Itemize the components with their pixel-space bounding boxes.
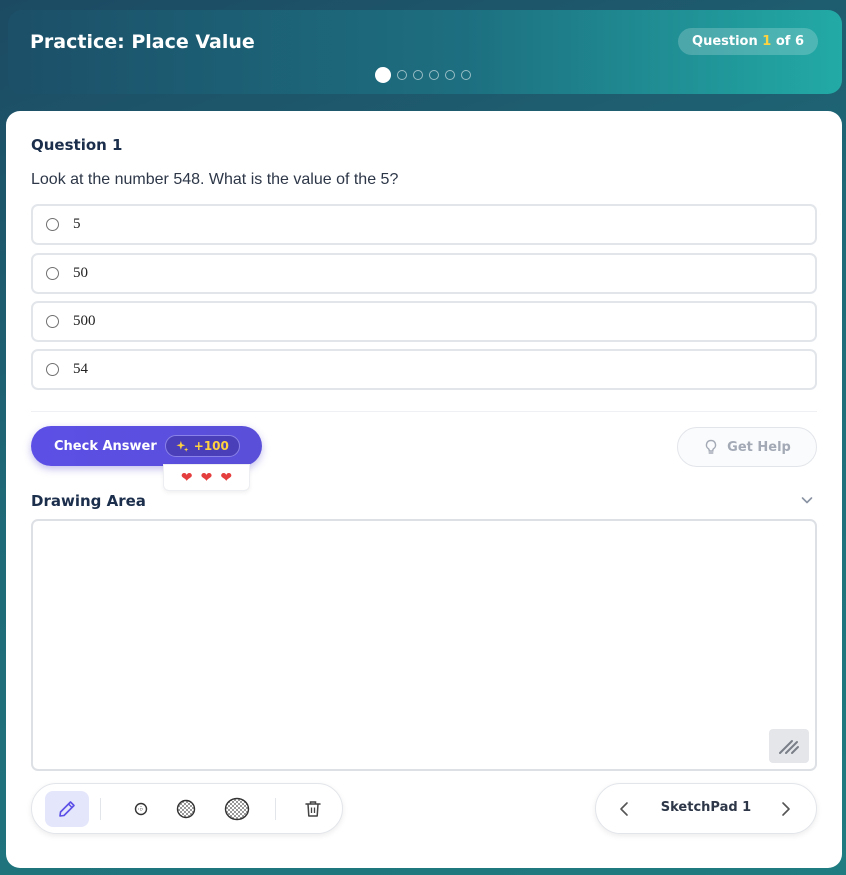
heart-icon: ❤ xyxy=(200,469,213,486)
toolbar-separator xyxy=(275,798,276,820)
lightbulb-icon xyxy=(705,439,717,454)
answer-option[interactable]: 54 xyxy=(31,349,817,390)
divider xyxy=(31,411,817,412)
progress-dot[interactable] xyxy=(397,70,407,80)
get-help-button[interactable]: Get Help xyxy=(677,427,817,467)
progress-dot-active[interactable] xyxy=(375,67,391,83)
drawing-area-heading: Drawing Area xyxy=(31,492,146,510)
eraser-small-icon xyxy=(134,802,148,816)
trash-icon xyxy=(305,801,321,817)
progress-dots xyxy=(375,67,471,83)
page-title: Practice: Place Value xyxy=(30,31,255,53)
next-sketchpad-button[interactable] xyxy=(776,798,794,824)
question-text: Look at the number 548. What is the valu… xyxy=(31,171,399,188)
question-heading: Question 1 xyxy=(31,136,123,154)
resize-icon xyxy=(779,740,799,754)
pencil-tool-button[interactable] xyxy=(45,791,89,827)
check-answer-button[interactable]: Check Answer +100 xyxy=(31,426,262,466)
radio-button[interactable] xyxy=(46,267,59,280)
answer-option[interactable]: 50 xyxy=(31,253,817,294)
chevron-right-icon xyxy=(782,802,790,816)
practice-header: Practice: Place Value Question 1 of 6 xyxy=(8,10,842,94)
xp-label: +100 xyxy=(193,439,229,453)
eraser-small-button[interactable] xyxy=(119,791,163,827)
chevron-down-icon xyxy=(801,497,813,504)
collapse-toggle[interactable] xyxy=(800,492,814,511)
eraser-medium-icon xyxy=(176,799,196,819)
answer-option[interactable]: 5 xyxy=(31,204,817,245)
heart-icon: ❤ xyxy=(220,469,233,486)
sparkles-icon xyxy=(176,440,189,452)
sketchpad-pager: SketchPad 1 xyxy=(595,783,817,834)
radio-button[interactable] xyxy=(46,363,59,376)
progress-dot[interactable] xyxy=(461,70,471,80)
resize-handle[interactable] xyxy=(769,729,809,763)
radio-button[interactable] xyxy=(46,315,59,328)
option-label: 5 xyxy=(73,216,81,232)
question-card: Question 1 Look at the number 548. What … xyxy=(6,111,842,868)
eraser-large-icon xyxy=(224,797,250,821)
drawing-toolbar xyxy=(31,783,343,834)
progress-dot[interactable] xyxy=(413,70,423,80)
xp-reward-badge: +100 xyxy=(164,435,240,457)
heart-icon: ❤ xyxy=(180,469,193,486)
get-help-label: Get Help xyxy=(727,439,791,455)
counter-current: 1 xyxy=(762,34,772,49)
option-label: 50 xyxy=(73,265,88,281)
progress-dot[interactable] xyxy=(429,70,439,80)
pencil-icon xyxy=(59,801,75,817)
check-answer-label: Check Answer xyxy=(54,438,157,454)
eraser-medium-button[interactable] xyxy=(164,791,208,827)
drawing-canvas[interactable] xyxy=(31,519,817,771)
lives-hearts: ❤ ❤ ❤ xyxy=(163,464,250,491)
clear-drawing-button[interactable] xyxy=(291,791,335,827)
eraser-large-button[interactable] xyxy=(215,791,259,827)
question-counter-badge: Question 1 of 6 xyxy=(678,28,818,55)
counter-prefix: Question xyxy=(692,34,763,49)
radio-button[interactable] xyxy=(46,218,59,231)
option-label: 500 xyxy=(73,313,96,329)
toolbar-separator xyxy=(100,798,101,820)
answer-option[interactable]: 500 xyxy=(31,301,817,342)
option-label: 54 xyxy=(73,361,88,377)
counter-suffix: of 6 xyxy=(771,34,804,49)
progress-dot[interactable] xyxy=(445,70,455,80)
